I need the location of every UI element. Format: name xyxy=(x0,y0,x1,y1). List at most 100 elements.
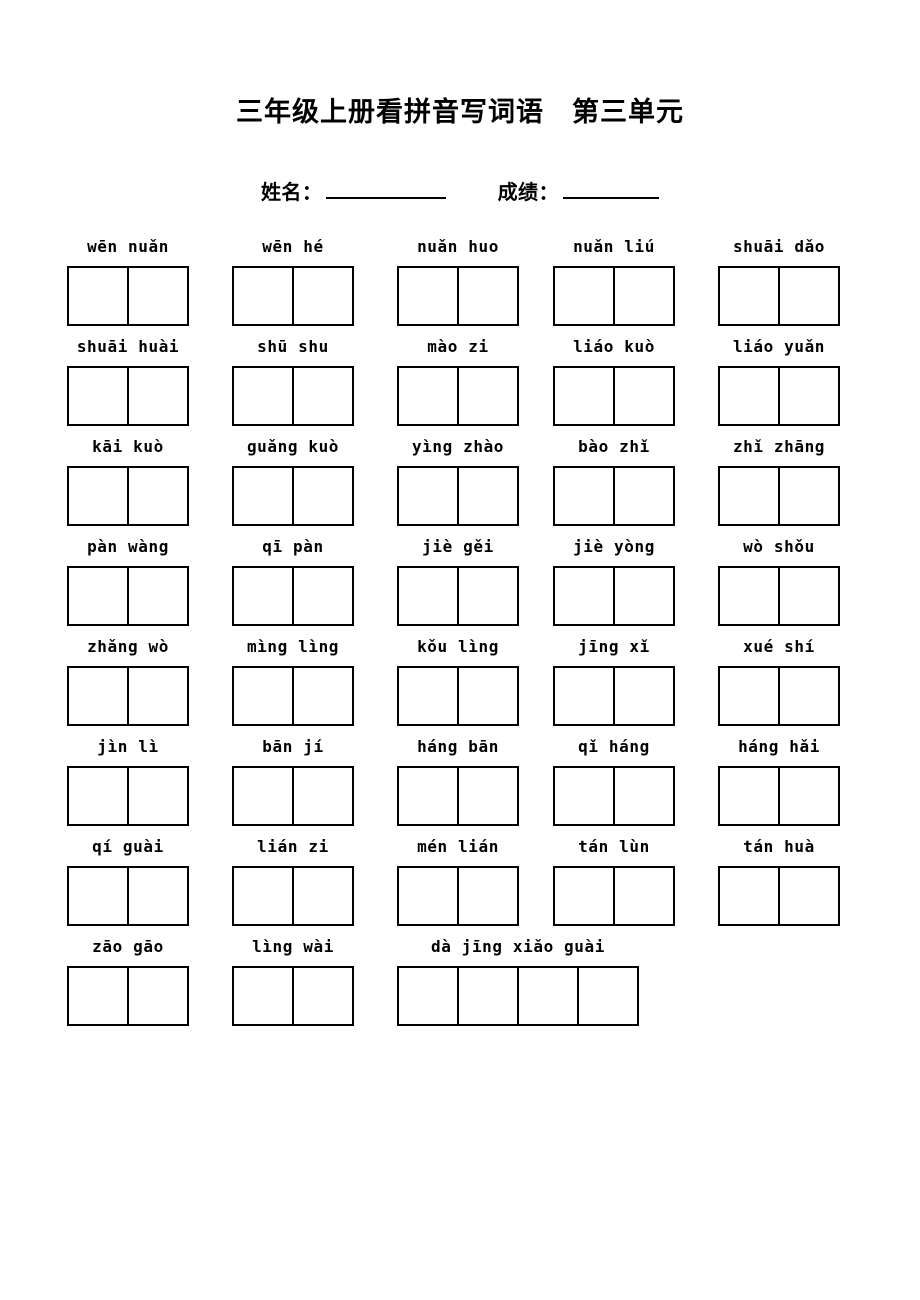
answer-box[interactable] xyxy=(67,766,189,826)
answer-cell[interactable] xyxy=(399,568,459,624)
answer-cell[interactable] xyxy=(615,468,673,524)
answer-cell[interactable] xyxy=(69,668,129,724)
answer-cell[interactable] xyxy=(69,868,129,924)
answer-cell[interactable] xyxy=(615,668,673,724)
answer-cell[interactable] xyxy=(780,668,838,724)
answer-box[interactable] xyxy=(397,466,519,526)
answer-cell[interactable] xyxy=(720,468,780,524)
answer-box[interactable] xyxy=(67,466,189,526)
answer-cell[interactable] xyxy=(399,468,459,524)
answer-cell[interactable] xyxy=(399,968,459,1024)
answer-cell[interactable] xyxy=(615,868,673,924)
answer-box[interactable] xyxy=(67,866,189,926)
answer-box[interactable] xyxy=(718,466,840,526)
answer-box[interactable] xyxy=(718,566,840,626)
answer-cell[interactable] xyxy=(555,368,615,424)
answer-box[interactable] xyxy=(67,266,189,326)
answer-cell[interactable] xyxy=(720,868,780,924)
answer-cell[interactable] xyxy=(555,868,615,924)
answer-box[interactable] xyxy=(232,866,354,926)
answer-cell[interactable] xyxy=(294,968,352,1024)
answer-box[interactable] xyxy=(232,266,354,326)
answer-box[interactable] xyxy=(232,366,354,426)
answer-cell[interactable] xyxy=(780,268,838,324)
name-input-blank[interactable] xyxy=(326,180,447,199)
answer-cell[interactable] xyxy=(459,768,517,824)
answer-box[interactable] xyxy=(232,466,354,526)
answer-box[interactable] xyxy=(67,366,189,426)
answer-cell[interactable] xyxy=(234,768,294,824)
answer-cell[interactable] xyxy=(615,768,673,824)
answer-cell[interactable] xyxy=(69,768,129,824)
answer-box[interactable] xyxy=(553,766,675,826)
answer-cell[interactable] xyxy=(555,568,615,624)
answer-box[interactable] xyxy=(553,266,675,326)
answer-cell[interactable] xyxy=(459,268,517,324)
answer-cell[interactable] xyxy=(555,768,615,824)
answer-cell[interactable] xyxy=(399,268,459,324)
answer-cell[interactable] xyxy=(579,968,637,1024)
answer-cell[interactable] xyxy=(720,268,780,324)
answer-cell[interactable] xyxy=(294,268,352,324)
answer-box[interactable] xyxy=(553,866,675,926)
answer-cell[interactable] xyxy=(294,468,352,524)
answer-cell[interactable] xyxy=(720,568,780,624)
answer-cell[interactable] xyxy=(459,368,517,424)
answer-cell[interactable] xyxy=(720,668,780,724)
answer-box[interactable] xyxy=(232,766,354,826)
answer-cell[interactable] xyxy=(129,668,187,724)
answer-cell[interactable] xyxy=(294,768,352,824)
answer-cell[interactable] xyxy=(780,568,838,624)
answer-box[interactable] xyxy=(397,266,519,326)
answer-box[interactable] xyxy=(718,666,840,726)
answer-box[interactable] xyxy=(553,666,675,726)
answer-cell[interactable] xyxy=(69,268,129,324)
answer-box[interactable] xyxy=(553,366,675,426)
answer-box[interactable] xyxy=(397,366,519,426)
answer-cell[interactable] xyxy=(615,568,673,624)
answer-box[interactable] xyxy=(718,866,840,926)
answer-box[interactable] xyxy=(67,666,189,726)
answer-cell[interactable] xyxy=(399,368,459,424)
answer-cell[interactable] xyxy=(555,668,615,724)
answer-cell[interactable] xyxy=(234,468,294,524)
answer-cell[interactable] xyxy=(294,368,352,424)
answer-cell[interactable] xyxy=(399,768,459,824)
answer-box[interactable] xyxy=(232,966,354,1026)
answer-cell[interactable] xyxy=(615,268,673,324)
answer-cell[interactable] xyxy=(399,868,459,924)
answer-cell[interactable] xyxy=(129,768,187,824)
score-input-blank[interactable] xyxy=(563,180,660,199)
answer-cell[interactable] xyxy=(720,368,780,424)
answer-cell[interactable] xyxy=(555,468,615,524)
answer-cell[interactable] xyxy=(720,768,780,824)
answer-box[interactable] xyxy=(397,666,519,726)
answer-cell[interactable] xyxy=(234,668,294,724)
answer-cell[interactable] xyxy=(519,968,579,1024)
answer-cell[interactable] xyxy=(399,668,459,724)
answer-cell[interactable] xyxy=(234,568,294,624)
answer-box[interactable] xyxy=(553,566,675,626)
answer-cell[interactable] xyxy=(234,868,294,924)
answer-cell[interactable] xyxy=(459,568,517,624)
answer-cell[interactable] xyxy=(459,468,517,524)
answer-cell[interactable] xyxy=(234,268,294,324)
answer-cell[interactable] xyxy=(780,768,838,824)
answer-box[interactable] xyxy=(553,466,675,526)
answer-cell[interactable] xyxy=(459,868,517,924)
answer-cell[interactable] xyxy=(234,368,294,424)
answer-cell[interactable] xyxy=(69,568,129,624)
answer-cell[interactable] xyxy=(780,868,838,924)
answer-box[interactable] xyxy=(718,266,840,326)
answer-cell[interactable] xyxy=(129,568,187,624)
answer-box[interactable] xyxy=(67,966,189,1026)
answer-box[interactable] xyxy=(232,666,354,726)
answer-cell[interactable] xyxy=(129,268,187,324)
answer-cell[interactable] xyxy=(129,968,187,1024)
answer-cell[interactable] xyxy=(459,668,517,724)
answer-box[interactable] xyxy=(232,566,354,626)
answer-cell[interactable] xyxy=(129,368,187,424)
answer-box[interactable] xyxy=(67,566,189,626)
answer-cell[interactable] xyxy=(69,468,129,524)
answer-cell[interactable] xyxy=(780,368,838,424)
